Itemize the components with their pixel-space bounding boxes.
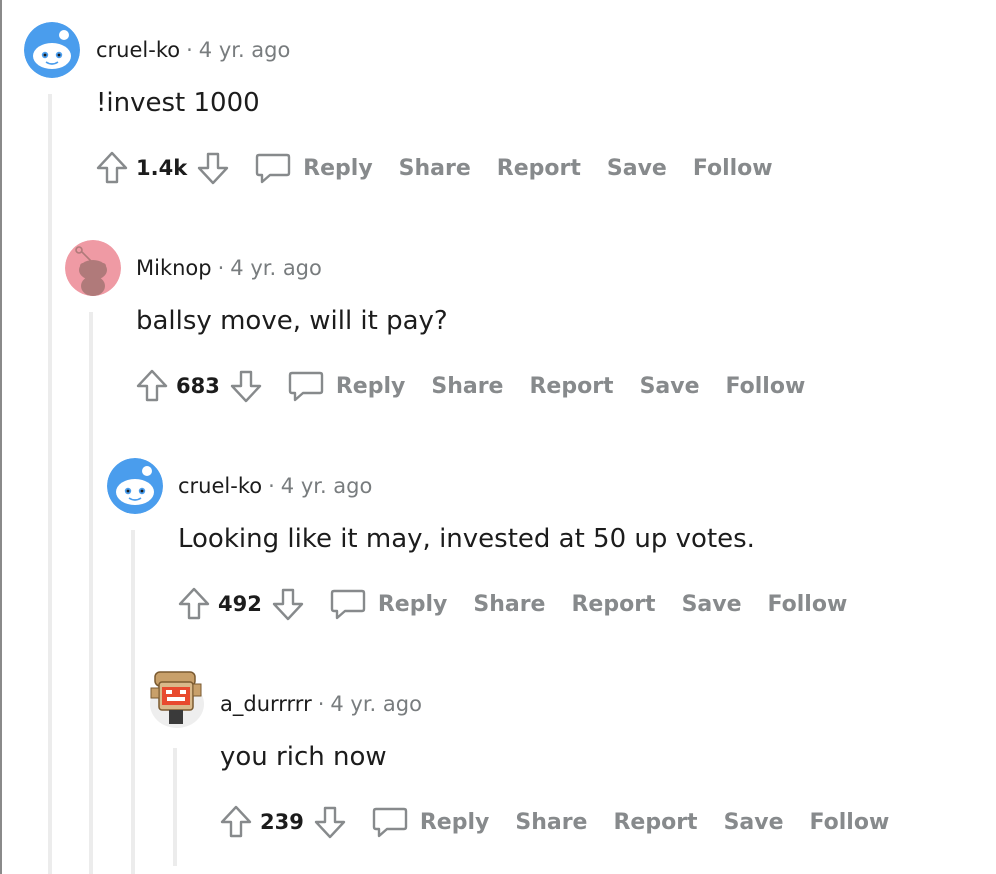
upvote-arrow-icon (136, 369, 168, 402)
user-avatar[interactable] (107, 458, 163, 514)
reply-label: Reply (377, 591, 448, 617)
share-button[interactable]: Share (515, 810, 587, 835)
report-button[interactable]: Report (497, 156, 581, 181)
share-button[interactable]: Share (399, 156, 471, 181)
comment: cruel-ko · 4 yr. ago Looking like it may, … (0, 0, 996, 874)
page-left-border (0, 0, 2, 874)
downvote-button[interactable] (193, 148, 233, 188)
upvote-button[interactable] (216, 802, 256, 842)
blue-snoo-avatar-icon (24, 22, 80, 78)
upvote-button[interactable] (132, 366, 172, 406)
pink-snoo-avatar-icon (65, 240, 121, 296)
downvote-arrow-icon (230, 370, 262, 403)
reply-button[interactable]: Reply (253, 148, 373, 188)
comment-body: Looking like it may, invested at 50 up v… (178, 524, 755, 554)
user-avatar[interactable] (24, 22, 80, 78)
speech-bubble-icon (372, 807, 408, 838)
downvote-arrow-icon (272, 588, 304, 621)
reply-button[interactable]: Reply (286, 366, 406, 406)
downvote-button[interactable] (226, 366, 266, 406)
reply-button[interactable]: Reply (328, 584, 448, 624)
upvote-button[interactable] (92, 148, 132, 188)
comment-meta: a_durrrrr · 4 yr. ago (220, 690, 422, 718)
username-link[interactable]: Miknop (136, 256, 212, 280)
meta-separator: · (186, 38, 193, 62)
speech-bubble-icon (255, 153, 291, 184)
robot-snoo-avatar-icon (150, 671, 204, 728)
timestamp[interactable]: 4 yr. ago (230, 256, 322, 280)
downvote-arrow-icon (197, 152, 229, 185)
upvote-arrow-icon (96, 151, 128, 184)
reply-label: Reply (419, 809, 490, 835)
save-button[interactable]: Save (682, 592, 742, 617)
thread-collapse-line[interactable] (173, 748, 177, 866)
comment-meta: cruel-ko · 4 yr. ago (96, 36, 290, 64)
comment-meta: cruel-ko · 4 yr. ago (178, 472, 372, 500)
save-button[interactable]: Save (607, 156, 667, 181)
follow-button[interactable]: Follow (726, 374, 806, 399)
comment: cruel-ko · 4 yr. ago !invest 1000 1.4k Rep… (0, 0, 996, 874)
share-button[interactable]: Share (473, 592, 545, 617)
upvote-arrow-icon (220, 805, 252, 838)
comment-action-bar: 1.4k Reply Share Report Save Follow (92, 148, 773, 188)
save-button[interactable]: Save (724, 810, 784, 835)
blue-snoo-avatar-icon (107, 458, 163, 514)
follow-button[interactable]: Follow (693, 156, 773, 181)
comment-meta: Miknop · 4 yr. ago (136, 254, 322, 282)
user-avatar[interactable] (147, 664, 207, 730)
comment-body: !invest 1000 (96, 88, 260, 118)
reply-label: Reply (303, 155, 373, 181)
comment-action-bar: 492 Reply Share Report Save Follow (174, 584, 847, 624)
reply-label: Reply (335, 373, 406, 399)
meta-separator: · (317, 692, 325, 716)
thread-collapse-line[interactable] (89, 312, 93, 874)
upvote-arrow-icon (178, 587, 210, 620)
report-button[interactable]: Report (613, 810, 697, 835)
speech-bubble-icon (330, 589, 366, 620)
thread-collapse-line[interactable] (48, 94, 52, 874)
reply-button[interactable]: Reply (370, 802, 490, 842)
report-button[interactable]: Report (529, 374, 613, 399)
thread-collapse-line[interactable] (131, 530, 135, 874)
downvote-arrow-icon (314, 806, 346, 839)
save-button[interactable]: Save (640, 374, 700, 399)
upvote-button[interactable] (174, 584, 214, 624)
username-link[interactable]: a_durrrrr (220, 692, 312, 716)
timestamp[interactable]: 4 yr. ago (281, 474, 373, 498)
follow-button[interactable]: Follow (768, 592, 848, 617)
share-button[interactable]: Share (431, 374, 503, 399)
downvote-button[interactable] (268, 584, 308, 624)
vote-score: 683 (176, 374, 220, 398)
comment-body: ballsy move, will it pay? (136, 306, 448, 336)
username-link[interactable]: cruel-ko (178, 474, 262, 498)
timestamp[interactable]: 4 yr. ago (199, 38, 291, 62)
vote-score: 492 (218, 592, 262, 616)
comment-action-bar: 239 Reply Share Report Save Follow (216, 802, 889, 842)
comment: a_durrrrr · 4 yr. ago you rich now 239 Rep… (0, 0, 996, 874)
comment-action-bar: 683 Reply Share Report Save Follow (132, 366, 805, 406)
vote-score: 1.4k (136, 156, 188, 180)
speech-bubble-icon (288, 371, 324, 402)
username-link[interactable]: cruel-ko (96, 38, 180, 62)
vote-score: 239 (260, 810, 304, 834)
user-avatar[interactable] (65, 240, 121, 296)
comment: Miknop · 4 yr. ago ballsy move, will it pa… (0, 0, 996, 874)
follow-button[interactable]: Follow (810, 810, 890, 835)
meta-separator: · (268, 474, 275, 498)
comment-body: you rich now (220, 742, 387, 772)
timestamp[interactable]: 4 yr. ago (330, 692, 422, 716)
downvote-button[interactable] (310, 802, 350, 842)
meta-separator: · (217, 256, 225, 280)
report-button[interactable]: Report (571, 592, 655, 617)
